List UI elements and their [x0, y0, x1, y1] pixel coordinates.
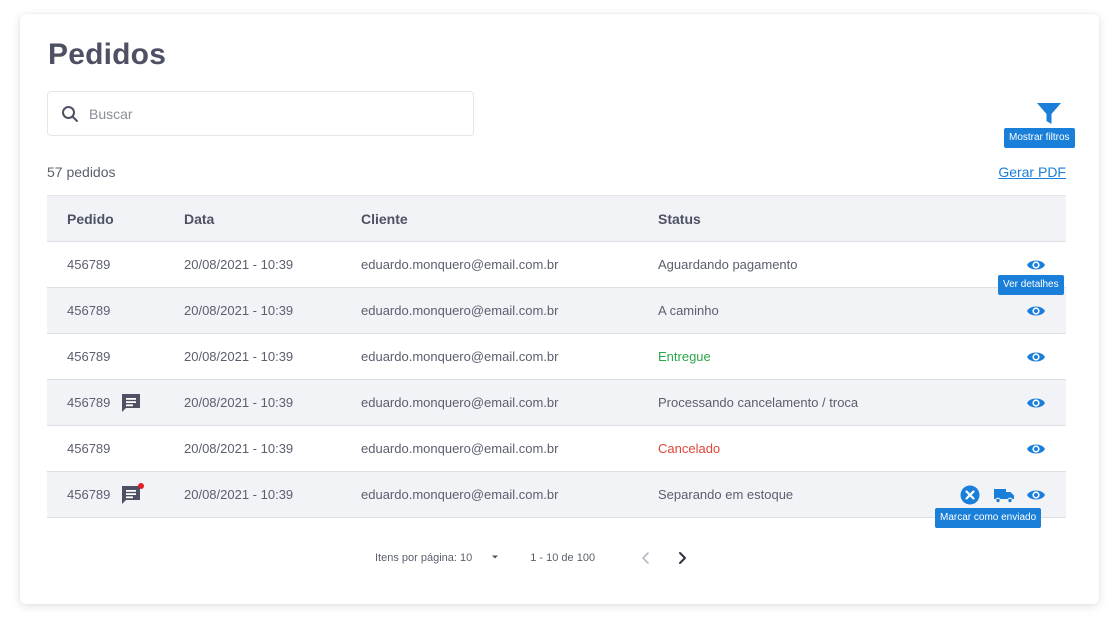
order-client: eduardo.monquero@email.com.br [361, 303, 559, 318]
order-id: 456789 [67, 487, 111, 502]
order-id-cell: 456789 [47, 392, 163, 414]
order-date: 20/08/2021 - 10:39 [184, 395, 294, 410]
order-date: 20/08/2021 - 10:39 [184, 257, 294, 272]
page-title: Pedidos [48, 38, 167, 71]
table-row: 456789 20/08/2021 - 10:39 eduardo.monque… [47, 426, 1066, 472]
order-client: eduardo.monquero@email.com.br [361, 487, 559, 502]
page-range: 1 - 10 de 100 [530, 552, 596, 564]
row-actions [933, 485, 1066, 505]
order-id: 456789 [67, 349, 111, 364]
row-actions [933, 347, 1066, 367]
generate-pdf-link[interactable]: Gerar PDF [998, 164, 1066, 180]
table-row: 456789 20/08/2021 - 10:39 eduardo.monque… [47, 242, 1066, 288]
orders-table: Pedido Data Cliente Status 456789 20/08/… [47, 195, 1066, 518]
items-per-page-select[interactable]: Itens por página: 10 [375, 552, 500, 565]
message-icon[interactable] [120, 482, 145, 506]
table-row: 456789 20/08/2021 - 10:39 eduardo.monque… [47, 472, 1066, 518]
eye-icon[interactable] [1026, 439, 1046, 459]
message-icon[interactable] [120, 392, 142, 414]
table-header: Pedido Data Cliente Status [47, 195, 1066, 242]
chevron-down-icon [490, 552, 500, 565]
pagination: Itens por página: 10 1 - 10 de 100 [375, 549, 691, 567]
chevron-right-icon[interactable] [673, 549, 691, 567]
header-cliente: Cliente [361, 210, 408, 227]
cancel-icon[interactable] [960, 485, 980, 505]
eye-icon[interactable] [1026, 301, 1046, 321]
row-actions [933, 393, 1066, 413]
row-actions [933, 255, 1066, 275]
header-pedido: Pedido [67, 210, 114, 227]
chevron-left-icon[interactable] [637, 549, 655, 567]
truck-icon[interactable] [993, 485, 1014, 505]
order-status: Aguardando pagamento [658, 257, 798, 272]
order-status: A caminho [658, 303, 719, 318]
eye-icon[interactable] [1026, 485, 1046, 505]
order-id: 456789 [67, 303, 111, 318]
order-date: 20/08/2021 - 10:39 [184, 349, 294, 364]
table-row: 456789 20/08/2021 - 10:39 eduardo.monque… [47, 380, 1066, 426]
table-row: 456789 20/08/2021 - 10:39 eduardo.monque… [47, 288, 1066, 334]
items-per-page-label: Itens por página: 10 [375, 552, 473, 564]
filter-tooltip: Mostrar filtros [1004, 128, 1075, 148]
eye-icon[interactable] [1026, 393, 1046, 413]
order-date: 20/08/2021 - 10:39 [184, 487, 294, 502]
header-data: Data [184, 210, 215, 227]
order-id: 456789 [67, 257, 111, 272]
orders-count: 57 pedidos [47, 164, 116, 180]
orders-card: Pedidos Mostrar filtros 57 pedidos Gerar… [20, 14, 1099, 604]
row-actions [933, 301, 1066, 321]
row-actions [933, 439, 1066, 459]
search-box[interactable] [47, 91, 474, 136]
search-input[interactable] [89, 105, 469, 122]
order-client: eduardo.monquero@email.com.br [361, 349, 559, 364]
eye-icon[interactable] [1026, 347, 1046, 367]
eye-icon[interactable] [1026, 255, 1046, 275]
filter-button[interactable] [1036, 101, 1062, 127]
order-client: eduardo.monquero@email.com.br [361, 395, 559, 410]
search-icon [61, 105, 79, 123]
order-status: Cancelado [658, 441, 721, 456]
order-id-cell: 456789 [47, 482, 163, 506]
order-status: Processando cancelamento / troca [658, 395, 859, 410]
order-id: 456789 [67, 441, 111, 456]
order-date: 20/08/2021 - 10:39 [184, 441, 294, 456]
order-date: 20/08/2021 - 10:39 [184, 303, 294, 318]
table-row: 456789 20/08/2021 - 10:39 eduardo.monque… [47, 334, 1066, 380]
mark-shipped-tooltip: Marcar como enviado [935, 508, 1042, 528]
order-status: Separando em estoque [658, 487, 794, 502]
order-status: Entregue [658, 349, 711, 364]
notification-dot [138, 482, 145, 489]
view-details-tooltip: Ver detalhes [998, 275, 1064, 295]
order-id: 456789 [67, 395, 111, 410]
order-client: eduardo.monquero@email.com.br [361, 257, 559, 272]
order-client: eduardo.monquero@email.com.br [361, 441, 559, 456]
header-status: Status [658, 210, 701, 227]
